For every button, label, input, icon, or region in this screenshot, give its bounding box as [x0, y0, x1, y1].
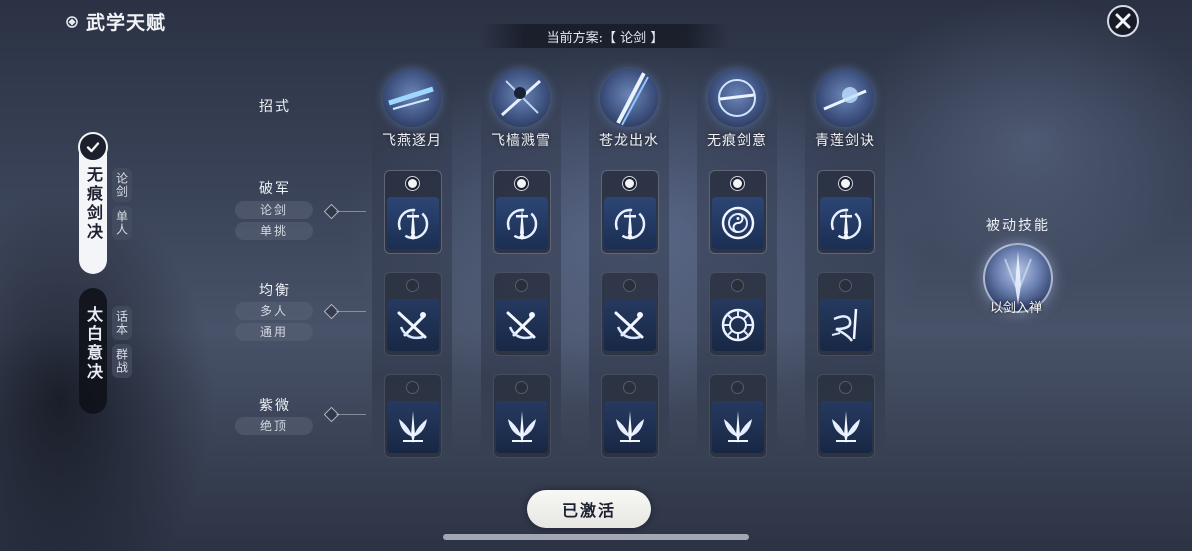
- sword-crest-icon: [604, 197, 656, 249]
- talent-card[interactable]: [709, 170, 767, 254]
- move-column: 飞燕逐月: [372, 55, 452, 460]
- talent-card[interactable]: [601, 374, 659, 458]
- set-tags-taibai: 话本 群战: [112, 306, 132, 378]
- sword-crest-icon: [496, 197, 548, 249]
- move-skill-icon[interactable]: [492, 69, 550, 127]
- radio-unselected-icon[interactable]: [406, 279, 419, 292]
- talent-card[interactable]: [817, 170, 875, 254]
- radio-unselected-icon[interactable]: [515, 279, 528, 292]
- set-tab-wuhen[interactable]: 无痕剑决: [78, 132, 108, 274]
- crossed-swords-icon: [387, 299, 439, 351]
- move-name: 无痕剑意: [707, 133, 767, 149]
- radio-selected-icon[interactable]: [623, 177, 636, 190]
- lotus-sword-icon: [387, 401, 439, 453]
- sword-crest-icon: [820, 197, 872, 249]
- row-tag: 论剑: [235, 201, 313, 219]
- connector-line: [336, 211, 366, 212]
- connector-line: [336, 414, 366, 415]
- swirl-sword-icon: [820, 299, 872, 351]
- radio-unselected-icon[interactable]: [731, 279, 744, 292]
- row-title-ziwei: 紫微: [259, 398, 291, 414]
- radio-unselected-icon[interactable]: [406, 381, 419, 394]
- set-tag: 单人: [112, 206, 132, 240]
- set-tag: 群战: [112, 344, 132, 378]
- crossed-swords-icon: [604, 299, 656, 351]
- row-tag: 单挑: [235, 222, 313, 240]
- talent-card[interactable]: [709, 374, 767, 458]
- set-tab-taibai[interactable]: 太白意决: [79, 288, 107, 414]
- radio-unselected-icon[interactable]: [839, 279, 852, 292]
- current-plan-bar: 当前方案:【 论剑 】: [480, 24, 730, 48]
- move-name: 青莲剑诀: [815, 133, 875, 149]
- talent-card[interactable]: [493, 374, 551, 458]
- set-name: 太白意决: [84, 306, 103, 382]
- row-title-junheng: 均衡: [259, 283, 291, 299]
- radio-unselected-icon[interactable]: [515, 381, 528, 394]
- sword-crest-icon: [387, 197, 439, 249]
- talent-card[interactable]: [601, 170, 659, 254]
- move-column: 无痕剑意: [697, 55, 777, 460]
- page-title: 武学天赋: [86, 12, 167, 34]
- row-tag: 绝顶: [235, 417, 313, 435]
- move-name: 苍龙出水: [599, 133, 659, 149]
- page-title-group: 武学天赋: [66, 8, 166, 35]
- check-icon: [78, 132, 108, 162]
- talent-card[interactable]: [384, 272, 442, 356]
- move-name: 飞樯溅雪: [491, 133, 551, 149]
- talent-card[interactable]: [384, 170, 442, 254]
- passive-skill-title: 被动技能: [986, 218, 1050, 234]
- set-tags-wuhen: 论剑 单人: [112, 168, 132, 240]
- talent-card[interactable]: [709, 272, 767, 356]
- lotus-sword-icon: [496, 401, 548, 453]
- move-skill-icon[interactable]: [600, 69, 658, 127]
- radio-selected-icon[interactable]: [406, 177, 419, 190]
- move-skill-icon[interactable]: [816, 69, 874, 127]
- current-plan-label: 当前方案:【 论剑 】: [546, 30, 664, 46]
- move-column: 飞樯溅雪: [481, 55, 561, 460]
- radio-unselected-icon[interactable]: [839, 381, 852, 394]
- move-column: 青莲剑诀: [805, 55, 885, 460]
- connector-line: [336, 311, 366, 312]
- passive-skill-name: 以剑入禅: [989, 301, 1042, 316]
- gear-diamond-icon: [66, 15, 78, 28]
- move-skill-icon[interactable]: [383, 69, 441, 127]
- row-tag: 通用: [235, 323, 313, 341]
- talent-card[interactable]: [493, 170, 551, 254]
- scrollbar-thumb[interactable]: [443, 534, 749, 540]
- yin-yang-icon: [712, 197, 764, 249]
- close-icon: [1115, 13, 1131, 29]
- row-title-moves: 招式: [259, 99, 291, 115]
- radio-unselected-icon[interactable]: [623, 279, 636, 292]
- horizontal-scrollbar[interactable]: [443, 534, 749, 540]
- move-skill-icon[interactable]: [708, 69, 766, 127]
- activated-button[interactable]: 已激活: [527, 490, 651, 528]
- radio-selected-icon[interactable]: [731, 177, 744, 190]
- row-title-pojun: 破军: [259, 181, 291, 197]
- lotus-sword-icon: [820, 401, 872, 453]
- set-tag: 论剑: [112, 168, 132, 202]
- crossed-swords-icon: [496, 299, 548, 351]
- move-column: 苍龙出水: [589, 55, 669, 460]
- row-tag: 多人: [235, 302, 313, 320]
- close-button[interactable]: [1107, 5, 1139, 37]
- talent-card[interactable]: [817, 272, 875, 356]
- wheel-icon: [712, 299, 764, 351]
- radio-selected-icon[interactable]: [839, 177, 852, 190]
- radio-selected-icon[interactable]: [515, 177, 528, 190]
- talent-card[interactable]: [384, 374, 442, 458]
- talent-card[interactable]: [817, 374, 875, 458]
- move-name: 飞燕逐月: [382, 133, 442, 149]
- set-name: 无痕剑决: [84, 166, 103, 242]
- radio-unselected-icon[interactable]: [623, 381, 636, 394]
- talent-card[interactable]: [493, 272, 551, 356]
- radio-unselected-icon[interactable]: [731, 381, 744, 394]
- lotus-sword-icon: [604, 401, 656, 453]
- lotus-sword-icon: [712, 401, 764, 453]
- set-tag: 话本: [112, 306, 132, 340]
- talent-card[interactable]: [601, 272, 659, 356]
